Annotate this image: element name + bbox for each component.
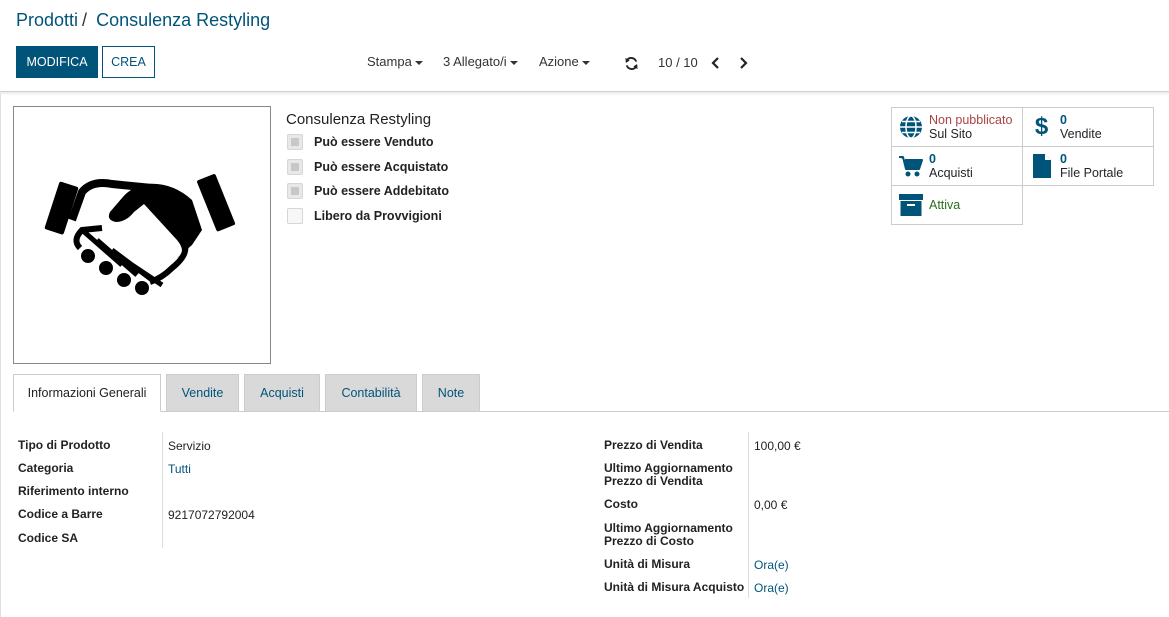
portal-files-smart-button[interactable]: 0 File Portale bbox=[1022, 146, 1154, 186]
breadcrumb-separator: / bbox=[82, 10, 88, 30]
right-group-separator bbox=[748, 432, 749, 598]
chevron-left-icon[interactable] bbox=[710, 56, 722, 70]
cost-label: Costo bbox=[604, 497, 638, 511]
file-icon bbox=[1023, 154, 1060, 178]
refresh-icon[interactable] bbox=[624, 56, 639, 71]
attachments-dropdown-label: 3 Allegato/i bbox=[443, 54, 507, 69]
portal-files-label: File Portale bbox=[1060, 166, 1124, 180]
sales-smart-button[interactable]: $ 0 Vendite bbox=[1022, 107, 1154, 147]
can-be-charged-checkbox[interactable] bbox=[287, 183, 303, 199]
sa-code-label: Codice SA bbox=[18, 531, 79, 545]
active-toggle-button[interactable]: Attiva bbox=[891, 185, 1023, 225]
tab-purchases[interactable]: Acquisti bbox=[244, 374, 320, 412]
print-dropdown[interactable]: Stampa bbox=[367, 54, 423, 69]
can-be-purchased-row: Può essere Acquistato bbox=[287, 159, 448, 175]
control-panel: Prodotti / Consulenza Restyling MODIFICA … bbox=[0, 0, 1169, 92]
active-label: Attiva bbox=[929, 198, 961, 212]
portal-files-count: 0 bbox=[1060, 152, 1067, 166]
action-dropdown[interactable]: Azione bbox=[539, 54, 590, 69]
cost-update-label-line1: Ultimo Aggiornamento bbox=[604, 521, 733, 535]
product-image[interactable] bbox=[13, 106, 271, 364]
breadcrumb-current: Consulenza Restyling bbox=[96, 10, 271, 30]
tab-sales[interactable]: Vendite bbox=[166, 374, 239, 412]
can-be-purchased-label: Può essere Acquistato bbox=[314, 160, 449, 174]
tab-accounting[interactable]: Contabilità bbox=[325, 374, 417, 412]
can-be-sold-row: Può essere Venduto bbox=[287, 134, 433, 150]
pager-value[interactable]: 10 / 10 bbox=[658, 55, 698, 70]
internal-reference-label: Riferimento interno bbox=[18, 484, 129, 498]
purchase-uom-label: Unità di Misura Acquisto bbox=[604, 580, 745, 594]
sales-label: Vendite bbox=[1060, 127, 1102, 141]
cart-icon bbox=[892, 154, 929, 178]
attachments-dropdown[interactable]: 3 Allegato/i bbox=[443, 54, 518, 69]
sale-price-update-label: Ultimo Aggiornamento Prezzo di Vendita bbox=[604, 462, 733, 488]
website-status: Non pubblicato bbox=[929, 113, 1013, 127]
left-group-separator bbox=[162, 432, 163, 548]
chevron-right-icon[interactable] bbox=[737, 56, 749, 70]
cost-value: 0,00 € bbox=[754, 498, 788, 512]
barcode-label: Codice a Barre bbox=[18, 507, 103, 521]
barcode-value: 9217072792004 bbox=[168, 508, 255, 522]
purchases-count: 0 bbox=[929, 152, 936, 166]
caret-down-icon bbox=[581, 60, 590, 65]
uom-label: Unità di Misura bbox=[604, 557, 691, 571]
edit-button[interactable]: MODIFICA bbox=[16, 46, 98, 78]
sale-price-update-label-line1: Ultimo Aggiornamento bbox=[604, 461, 733, 475]
tab-general-info[interactable]: Informazioni Generali bbox=[13, 374, 161, 412]
commission-free-row: Libero da Provvigioni bbox=[287, 208, 442, 224]
archive-icon bbox=[892, 194, 929, 216]
print-dropdown-label: Stampa bbox=[367, 54, 412, 69]
sale-price-label: Prezzo di Vendita bbox=[604, 438, 703, 452]
sales-count: 0 bbox=[1060, 113, 1067, 127]
tab-notes[interactable]: Note bbox=[422, 374, 480, 412]
purchases-label: Acquisti bbox=[929, 166, 973, 180]
purchase-uom-link[interactable]: Ora(e) bbox=[754, 581, 789, 595]
dollar-icon: $ bbox=[1034, 113, 1049, 140]
product-type-value: Servizio bbox=[168, 439, 211, 453]
category-link[interactable]: Tutti bbox=[168, 462, 191, 476]
can-be-charged-row: Può essere Addebitato bbox=[287, 183, 449, 199]
website-label: Sul Sito bbox=[929, 127, 973, 141]
can-be-purchased-checkbox[interactable] bbox=[287, 159, 303, 175]
uom-link[interactable]: Ora(e) bbox=[754, 558, 789, 572]
caret-down-icon bbox=[509, 60, 518, 65]
can-be-sold-checkbox[interactable] bbox=[287, 134, 303, 150]
product-type-label: Tipo di Prodotto bbox=[18, 438, 111, 452]
can-be-sold-label: Può essere Venduto bbox=[314, 135, 434, 149]
caret-down-icon bbox=[414, 60, 423, 65]
sale-price-update-label-line2: Prezzo di Vendita bbox=[604, 474, 703, 488]
product-name: Consulenza Restyling bbox=[286, 111, 432, 128]
cost-update-label: Ultimo Aggiornamento Prezzo di Costo bbox=[604, 522, 733, 548]
cost-update-label-line2: Prezzo di Costo bbox=[604, 534, 695, 548]
website-smart-button[interactable]: Non pubblicato Sul Sito bbox=[891, 107, 1023, 147]
handshake-icon bbox=[44, 174, 236, 295]
create-button[interactable]: CREA bbox=[102, 46, 155, 78]
breadcrumb-parent-link[interactable]: Prodotti bbox=[16, 10, 78, 30]
commission-free-label: Libero da Provvigioni bbox=[314, 209, 442, 223]
breadcrumb: Prodotti / Consulenza Restyling bbox=[16, 10, 270, 31]
category-label: Categoria bbox=[18, 461, 74, 475]
globe-icon bbox=[892, 115, 929, 139]
can-be-charged-label: Può essere Addebitato bbox=[314, 184, 449, 198]
purchases-smart-button[interactable]: 0 Acquisti bbox=[891, 146, 1023, 186]
action-dropdown-label: Azione bbox=[539, 54, 579, 69]
commission-free-checkbox[interactable] bbox=[287, 208, 303, 224]
sale-price-value: 100,00 € bbox=[754, 439, 801, 453]
